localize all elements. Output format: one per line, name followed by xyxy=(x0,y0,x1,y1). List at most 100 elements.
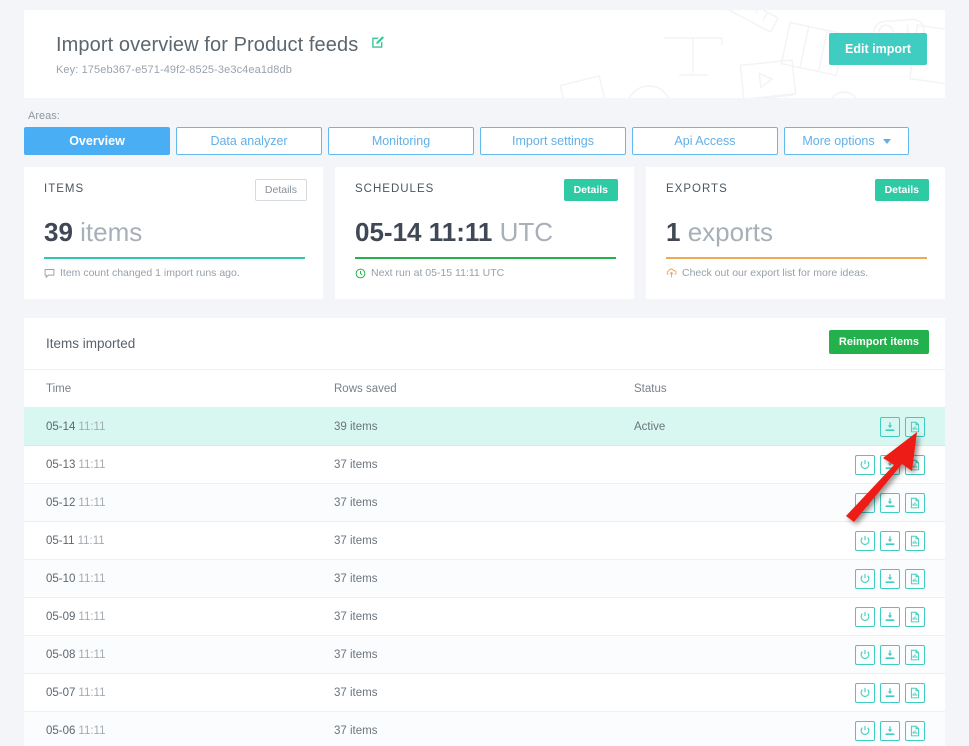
summary-cards: ITEMS Details 39 items Item count change… xyxy=(24,167,945,299)
download-button[interactable] xyxy=(880,568,900,589)
row-date: 05-07 xyxy=(46,686,76,699)
cell-rows-saved: 37 items xyxy=(334,686,378,699)
tab-overview[interactable]: Overview xyxy=(24,127,170,155)
table-column-headers: Time Rows saved Status xyxy=(24,370,945,408)
row-time: 11:11 xyxy=(78,496,106,509)
table-row[interactable]: 05-14 11:11 39 items Active xyxy=(24,408,945,446)
reimport-items-button[interactable]: Reimport items xyxy=(828,330,929,354)
tab-data-analyzer[interactable]: Data analyzer xyxy=(176,127,322,155)
table-row[interactable]: 05-07 11:11 37 items xyxy=(24,674,945,712)
report-file-button[interactable] xyxy=(905,644,925,665)
card-value: 05-14 11:11 UTC xyxy=(355,217,616,248)
edit-title-icon[interactable] xyxy=(371,36,384,54)
report-file-icon xyxy=(909,687,921,699)
power-rerun-button[interactable] xyxy=(855,492,875,513)
table-row[interactable]: 05-11 11:11 37 items xyxy=(24,522,945,560)
power-rerun-icon xyxy=(859,535,871,547)
edit-import-button[interactable]: Edit import xyxy=(829,33,927,65)
report-file-button[interactable] xyxy=(905,720,925,741)
card-value-number: 39 xyxy=(44,217,73,247)
power-rerun-button[interactable] xyxy=(855,682,875,703)
download-button[interactable] xyxy=(880,530,900,551)
download-icon xyxy=(884,421,896,433)
tab-monitoring[interactable]: Monitoring xyxy=(328,127,474,155)
table-row[interactable]: 05-13 11:11 37 items xyxy=(24,446,945,484)
table-row[interactable]: 05-09 11:11 37 items xyxy=(24,598,945,636)
power-rerun-button[interactable] xyxy=(855,454,875,475)
cell-rows-saved: 37 items xyxy=(334,648,378,661)
cell-time: 05-11 11:11 xyxy=(24,535,334,547)
report-file-button[interactable] xyxy=(905,492,925,513)
cell-rows-saved: 37 items xyxy=(334,534,378,547)
download-button[interactable] xyxy=(880,644,900,665)
column-header-time: Time xyxy=(46,382,72,395)
cell-rows-saved: 39 items xyxy=(334,420,378,433)
row-action-group xyxy=(834,454,945,475)
tab-import-settings[interactable]: Import settings xyxy=(480,127,626,155)
report-file-icon xyxy=(909,725,921,737)
download-button[interactable] xyxy=(880,720,900,741)
download-button[interactable] xyxy=(880,606,900,627)
row-time: 11:11 xyxy=(78,610,106,623)
row-time: 11:11 xyxy=(78,724,106,737)
row-time: 11:11 xyxy=(78,572,106,585)
download-button[interactable] xyxy=(880,454,900,475)
row-date: 05-11 xyxy=(46,534,75,547)
cell-time: 05-09 11:11 xyxy=(24,611,334,623)
cell-time: 05-14 11:11 xyxy=(24,421,334,433)
power-rerun-icon xyxy=(859,497,871,509)
report-file-icon xyxy=(909,535,921,547)
report-file-button[interactable] xyxy=(905,530,925,551)
power-rerun-icon xyxy=(859,459,871,471)
report-file-button[interactable] xyxy=(905,606,925,627)
row-action-group xyxy=(834,492,945,513)
power-rerun-button[interactable] xyxy=(855,606,875,627)
cell-time: 05-08 11:11 xyxy=(24,649,334,661)
tab-more-options[interactable]: More options xyxy=(784,127,909,155)
power-rerun-button[interactable] xyxy=(855,644,875,665)
report-file-button[interactable] xyxy=(905,568,925,589)
row-time: 11:11 xyxy=(77,534,105,547)
download-icon xyxy=(884,573,896,585)
download-button[interactable] xyxy=(880,492,900,513)
table-row[interactable]: 05-10 11:11 37 items xyxy=(24,560,945,598)
card-exports: EXPORTS Details 1 exports Check out our … xyxy=(646,167,945,299)
tab-label: Overview xyxy=(69,134,125,148)
chevron-down-icon xyxy=(882,138,891,144)
table-row[interactable]: 05-06 11:11 37 items xyxy=(24,712,945,746)
row-action-group xyxy=(834,416,945,437)
table-row[interactable]: 05-12 11:11 37 items xyxy=(24,484,945,522)
download-icon xyxy=(884,649,896,661)
row-date: 05-14 xyxy=(46,420,76,433)
header-content: Import overview for Product feeds Key: 1… xyxy=(24,10,945,76)
table-body: 05-14 11:11 39 items Active 05-13 11:11 37 ite… xyxy=(24,408,945,746)
card-items: ITEMS Details 39 items Item count change… xyxy=(24,167,323,299)
download-button[interactable] xyxy=(880,682,900,703)
items-details-button[interactable]: Details xyxy=(254,179,307,201)
report-file-button[interactable] xyxy=(905,454,925,475)
download-icon xyxy=(884,535,896,547)
tab-label: Import settings xyxy=(512,134,594,148)
card-rule xyxy=(355,257,616,259)
export-cloud-icon xyxy=(666,268,677,279)
cell-time: 05-13 11:11 xyxy=(24,459,334,471)
card-footnote-text: Next run at 05-15 11:11 UTC xyxy=(371,267,505,279)
report-file-button[interactable] xyxy=(905,416,925,437)
power-rerun-button[interactable] xyxy=(855,720,875,741)
power-rerun-button[interactable] xyxy=(855,530,875,551)
power-rerun-button[interactable] xyxy=(855,568,875,589)
card-schedules: SCHEDULES Details 05-14 11:11 UTC Next r… xyxy=(335,167,634,299)
page-header: Import overview for Product feeds Key: 1… xyxy=(24,10,945,98)
tab-api-access[interactable]: Api Access xyxy=(632,127,778,155)
power-rerun-icon xyxy=(859,687,871,699)
tab-label: Api Access xyxy=(674,134,736,148)
exports-details-button[interactable]: Details xyxy=(874,179,929,201)
download-button[interactable] xyxy=(880,416,900,437)
report-file-icon xyxy=(909,421,921,433)
table-row[interactable]: 05-08 11:11 37 items xyxy=(24,636,945,674)
report-file-icon xyxy=(909,649,921,661)
report-file-button[interactable] xyxy=(905,682,925,703)
areas-tab-bar: Overview Data analyzer Monitoring Import… xyxy=(24,127,909,155)
schedules-details-button[interactable]: Details xyxy=(563,179,618,201)
cell-rows-saved: 37 items xyxy=(334,610,378,623)
